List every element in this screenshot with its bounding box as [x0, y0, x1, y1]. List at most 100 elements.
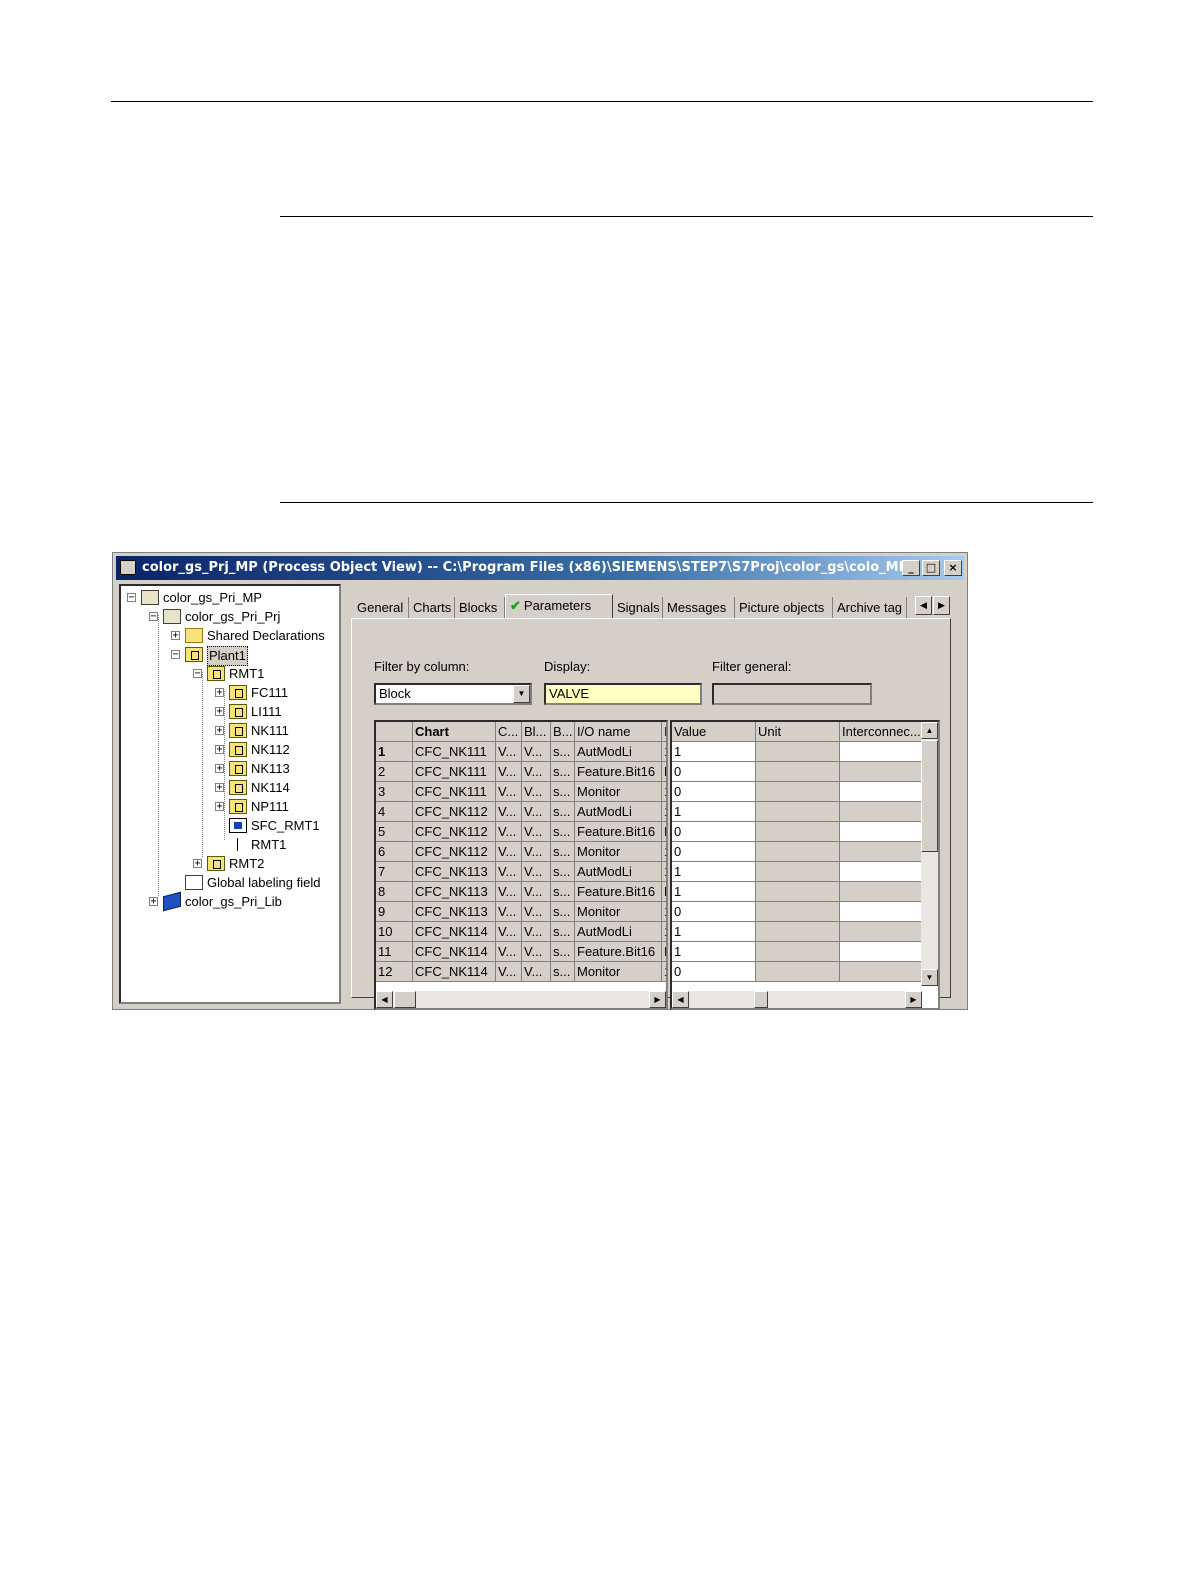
scroll-down-icon[interactable]: ▼	[921, 969, 938, 986]
tab-messages[interactable]: Messages	[663, 597, 735, 618]
table-cell[interactable]: CFC_NK112	[413, 802, 496, 822]
table-cell[interactable]: V...	[522, 882, 551, 902]
column-header[interactable]: Chart	[413, 722, 496, 742]
value-cell[interactable]: 0	[672, 842, 756, 862]
table-cell[interactable]: 1	[662, 842, 666, 862]
scroll-thumb[interactable]	[394, 991, 416, 1008]
collapse-icon[interactable]: −	[171, 650, 180, 660]
column-header[interactable]: Value	[672, 722, 756, 742]
table-cell[interactable]: Feature.Bit16	[575, 942, 662, 962]
scroll-thumb[interactable]	[921, 740, 938, 852]
collapse-icon[interactable]: −	[149, 612, 158, 622]
table-cell[interactable]: F	[662, 942, 666, 962]
scroll-thumb[interactable]	[754, 991, 768, 1008]
table-cell[interactable]: V...	[496, 822, 522, 842]
unit-cell[interactable]	[756, 822, 840, 842]
table-cell[interactable]: V...	[496, 962, 522, 982]
table-cell[interactable]: Monitor	[575, 902, 662, 922]
unit-cell[interactable]	[756, 942, 840, 962]
table-cell[interactable]: CFC_NK114	[413, 922, 496, 942]
table-cell[interactable]: V...	[496, 762, 522, 782]
table-cell[interactable]: s...	[551, 842, 575, 862]
tab-charts[interactable]: Charts	[409, 597, 455, 618]
table-cell[interactable]: s...	[551, 922, 575, 942]
table-cell[interactable]: Monitor	[575, 962, 662, 982]
table-cell[interactable]: V...	[522, 742, 551, 762]
scroll-left-icon[interactable]: ◀	[376, 991, 393, 1008]
table-cell[interactable]: F	[662, 762, 666, 782]
vertical-scrollbar[interactable]: ▲ ▼	[921, 722, 938, 986]
table-cell[interactable]: CFC_NK112	[413, 842, 496, 862]
expand-icon[interactable]: +	[215, 745, 224, 755]
interconnection-cell[interactable]	[840, 782, 924, 802]
table-cell[interactable]: CFC_NK111	[413, 742, 496, 762]
horizontal-scrollbar[interactable]: ◀ ▶	[672, 991, 922, 1008]
interconnection-cell[interactable]	[840, 962, 924, 982]
interconnection-cell[interactable]	[840, 882, 924, 902]
tab-general[interactable]: General	[353, 597, 409, 618]
column-header[interactable]: Interconnec...	[840, 722, 924, 742]
unit-cell[interactable]	[756, 922, 840, 942]
value-cell[interactable]: 1	[672, 802, 756, 822]
interconnection-cell[interactable]	[840, 922, 924, 942]
table-cell[interactable]: V...	[522, 862, 551, 882]
tab-scroll-right-icon[interactable]: ▶	[933, 596, 950, 615]
table-cell[interactable]: V...	[522, 762, 551, 782]
collapse-icon[interactable]: −	[193, 669, 202, 679]
column-header[interactable]: I/O name	[575, 722, 662, 742]
table-cell[interactable]: s...	[551, 902, 575, 922]
table-cell[interactable]: 1	[662, 742, 666, 762]
tab-picture-objects[interactable]: Picture objects	[735, 597, 833, 618]
scroll-left-icon[interactable]: ◀	[672, 991, 689, 1008]
unit-cell[interactable]	[756, 762, 840, 782]
table-cell[interactable]: 1	[662, 782, 666, 802]
value-cell[interactable]: 1	[672, 882, 756, 902]
table-cell[interactable]: 1	[662, 862, 666, 882]
table-cell[interactable]: V...	[496, 922, 522, 942]
filter-column-select[interactable]: Block ▼	[374, 683, 532, 705]
table-cell[interactable]: CFC_NK111	[413, 782, 496, 802]
table-cell[interactable]: 1	[662, 962, 666, 982]
table-cell[interactable]: F	[662, 822, 666, 842]
table-cell[interactable]: s...	[551, 862, 575, 882]
table-cell[interactable]: CFC_NK114	[413, 942, 496, 962]
table-cell[interactable]: Monitor	[575, 782, 662, 802]
table-cell[interactable]: s...	[551, 822, 575, 842]
parameters-grid-scroll[interactable]: Value Unit Interconnec... 1 0 0 1 0 0 1 1 0 1 1 0 ◀ ▶ ▲ ▼	[670, 720, 940, 1010]
table-cell[interactable]: s...	[551, 782, 575, 802]
unit-cell[interactable]	[756, 862, 840, 882]
interconnection-cell[interactable]	[840, 822, 924, 842]
table-cell[interactable]: V...	[496, 802, 522, 822]
table-cell[interactable]: V...	[522, 902, 551, 922]
unit-cell[interactable]	[756, 962, 840, 982]
value-cell[interactable]: 0	[672, 782, 756, 802]
scroll-right-icon[interactable]: ▶	[905, 991, 922, 1008]
unit-cell[interactable]	[756, 802, 840, 822]
table-cell[interactable]: s...	[551, 882, 575, 902]
interconnection-cell[interactable]	[840, 742, 924, 762]
expand-icon[interactable]: +	[215, 783, 224, 793]
expand-icon[interactable]: +	[215, 802, 224, 812]
table-cell[interactable]: V...	[496, 902, 522, 922]
value-cell[interactable]: 1	[672, 742, 756, 762]
unit-cell[interactable]	[756, 842, 840, 862]
table-cell[interactable]: AutModLi	[575, 862, 662, 882]
table-cell[interactable]: Monitor	[575, 842, 662, 862]
minimize-button[interactable]: _	[902, 560, 920, 576]
column-header[interactable]: B...	[551, 722, 575, 742]
unit-cell[interactable]	[756, 742, 840, 762]
expand-icon[interactable]: +	[215, 764, 224, 774]
tab-signals[interactable]: Signals	[613, 597, 663, 618]
table-cell[interactable]: s...	[551, 762, 575, 782]
table-cell[interactable]: V...	[522, 802, 551, 822]
table-cell[interactable]: AutModLi	[575, 742, 662, 762]
table-cell[interactable]: V...	[522, 842, 551, 862]
value-cell[interactable]: 1	[672, 922, 756, 942]
title-bar[interactable]: color_gs_Prj_MP (Process Object View) --…	[116, 556, 964, 580]
table-cell[interactable]: Feature.Bit16	[575, 822, 662, 842]
table-cell[interactable]: CFC_NK114	[413, 962, 496, 982]
column-header[interactable]: C...	[496, 722, 522, 742]
filter-general-input[interactable]	[712, 683, 872, 705]
expand-icon[interactable]: +	[149, 897, 158, 907]
table-cell[interactable]: AutModLi	[575, 802, 662, 822]
